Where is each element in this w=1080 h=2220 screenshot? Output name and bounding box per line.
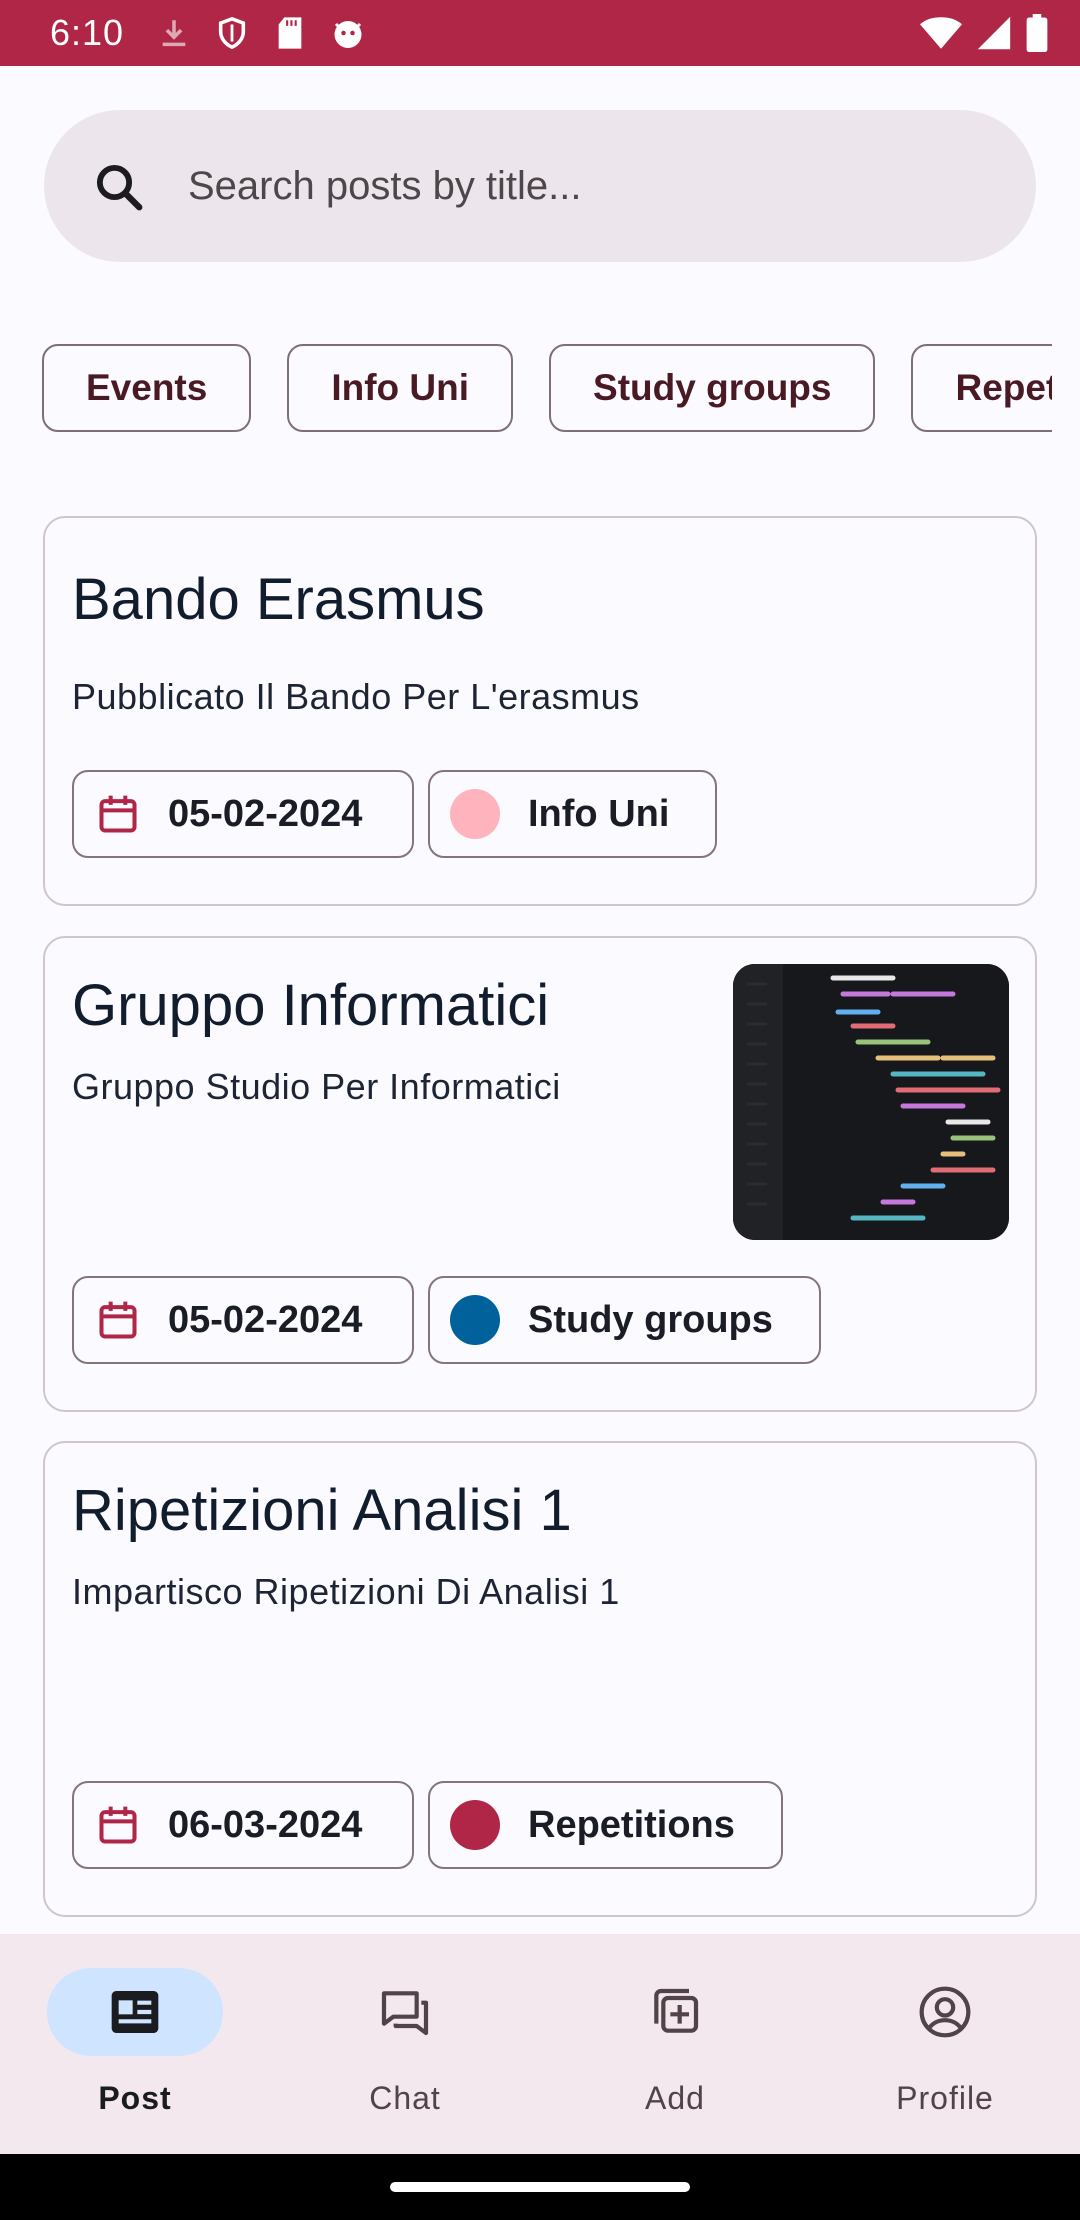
post-card[interactable]: Gruppo Informatici Gruppo Studio Per Inf… <box>43 936 1037 1412</box>
nav-item-add[interactable]: Add <box>540 1934 810 2154</box>
signal-icon <box>976 15 1012 56</box>
search-bar[interactable] <box>44 110 1036 262</box>
status-system-icons <box>920 14 1048 57</box>
search-icon <box>96 164 143 211</box>
post-category-chip: Info Uni <box>428 770 718 858</box>
filter-chip-info-uni[interactable]: Info Uni <box>287 344 514 432</box>
home-gesture-handle[interactable] <box>390 2182 690 2192</box>
filter-chip-row[interactable]: Events Info Uni Study groups Repetit <box>42 344 1052 432</box>
post-description: Gruppo Studio Per Informatici <box>72 1066 561 1107</box>
status-notification-icons <box>155 14 367 52</box>
post-date: 06-03-2024 <box>168 1803 363 1846</box>
filter-chip-repetitions[interactable]: Repetit <box>911 344 1052 432</box>
nav-label: Profile <box>896 2080 994 2116</box>
nav-item-post[interactable]: Post <box>0 1934 270 2154</box>
download-icon <box>155 14 193 52</box>
filter-chip-events[interactable]: Events <box>42 344 252 432</box>
gesture-navigation-bar <box>0 2154 1080 2220</box>
cat-face-icon <box>329 14 367 52</box>
nav-item-profile[interactable]: Profile <box>810 1934 1080 2154</box>
wifi-icon <box>920 15 962 56</box>
post-date-chip: 06-03-2024 <box>72 1781 414 1869</box>
search-input[interactable] <box>188 110 968 262</box>
calendar-icon <box>99 1806 137 1844</box>
shield-icon <box>213 14 251 52</box>
status-time: 6:10 <box>50 12 125 53</box>
post-category: Repetitions <box>528 1803 735 1846</box>
post-description: Pubblicato Il Bando Per L'erasmus <box>72 676 640 717</box>
post-title: Bando Erasmus <box>72 567 485 632</box>
sd-card-icon <box>271 14 309 52</box>
nav-label: Post <box>98 2080 172 2116</box>
add-icon <box>654 1988 699 2033</box>
post-category-chip: Study groups <box>428 1276 821 1364</box>
post-category: Study groups <box>528 1298 773 1341</box>
profile-icon <box>919 1986 971 2038</box>
post-date: 05-02-2024 <box>168 792 363 835</box>
post-category-chip: Repetitions <box>428 1781 783 1869</box>
calendar-icon <box>99 795 137 833</box>
post-date-chip: 05-02-2024 <box>72 770 414 858</box>
category-dot <box>450 1800 500 1850</box>
category-dot <box>450 1295 500 1345</box>
post-card[interactable]: Bando Erasmus Pubblicato Il Bando Per L'… <box>43 516 1037 906</box>
post-category: Info Uni <box>528 792 670 835</box>
post-date-chip: 05-02-2024 <box>72 1276 414 1364</box>
nav-label: Add <box>645 2080 705 2116</box>
chat-icon <box>381 1991 429 2036</box>
code-editor-image <box>733 964 1009 1240</box>
filter-chip-study-groups[interactable]: Study groups <box>549 344 876 432</box>
nav-label: Chat <box>369 2080 441 2116</box>
bottom-navigation: Post Chat Add Profile <box>0 1934 1080 2154</box>
post-description: Impartisco Ripetizioni Di Analisi 1 <box>72 1571 620 1612</box>
battery-icon <box>1026 14 1048 57</box>
post-title: Gruppo Informatici <box>72 973 550 1038</box>
category-dot <box>450 789 500 839</box>
post-date: 05-02-2024 <box>168 1298 363 1341</box>
nav-item-chat[interactable]: Chat <box>270 1934 540 2154</box>
post-card[interactable]: Ripetizioni Analisi 1 Impartisco Ripetiz… <box>43 1441 1037 1917</box>
post-image <box>733 964 1009 1240</box>
post-title: Ripetizioni Analisi 1 <box>72 1478 572 1543</box>
news-icon <box>111 1991 159 2033</box>
status-bar: 6:10 <box>0 0 1080 66</box>
calendar-icon <box>99 1301 137 1339</box>
